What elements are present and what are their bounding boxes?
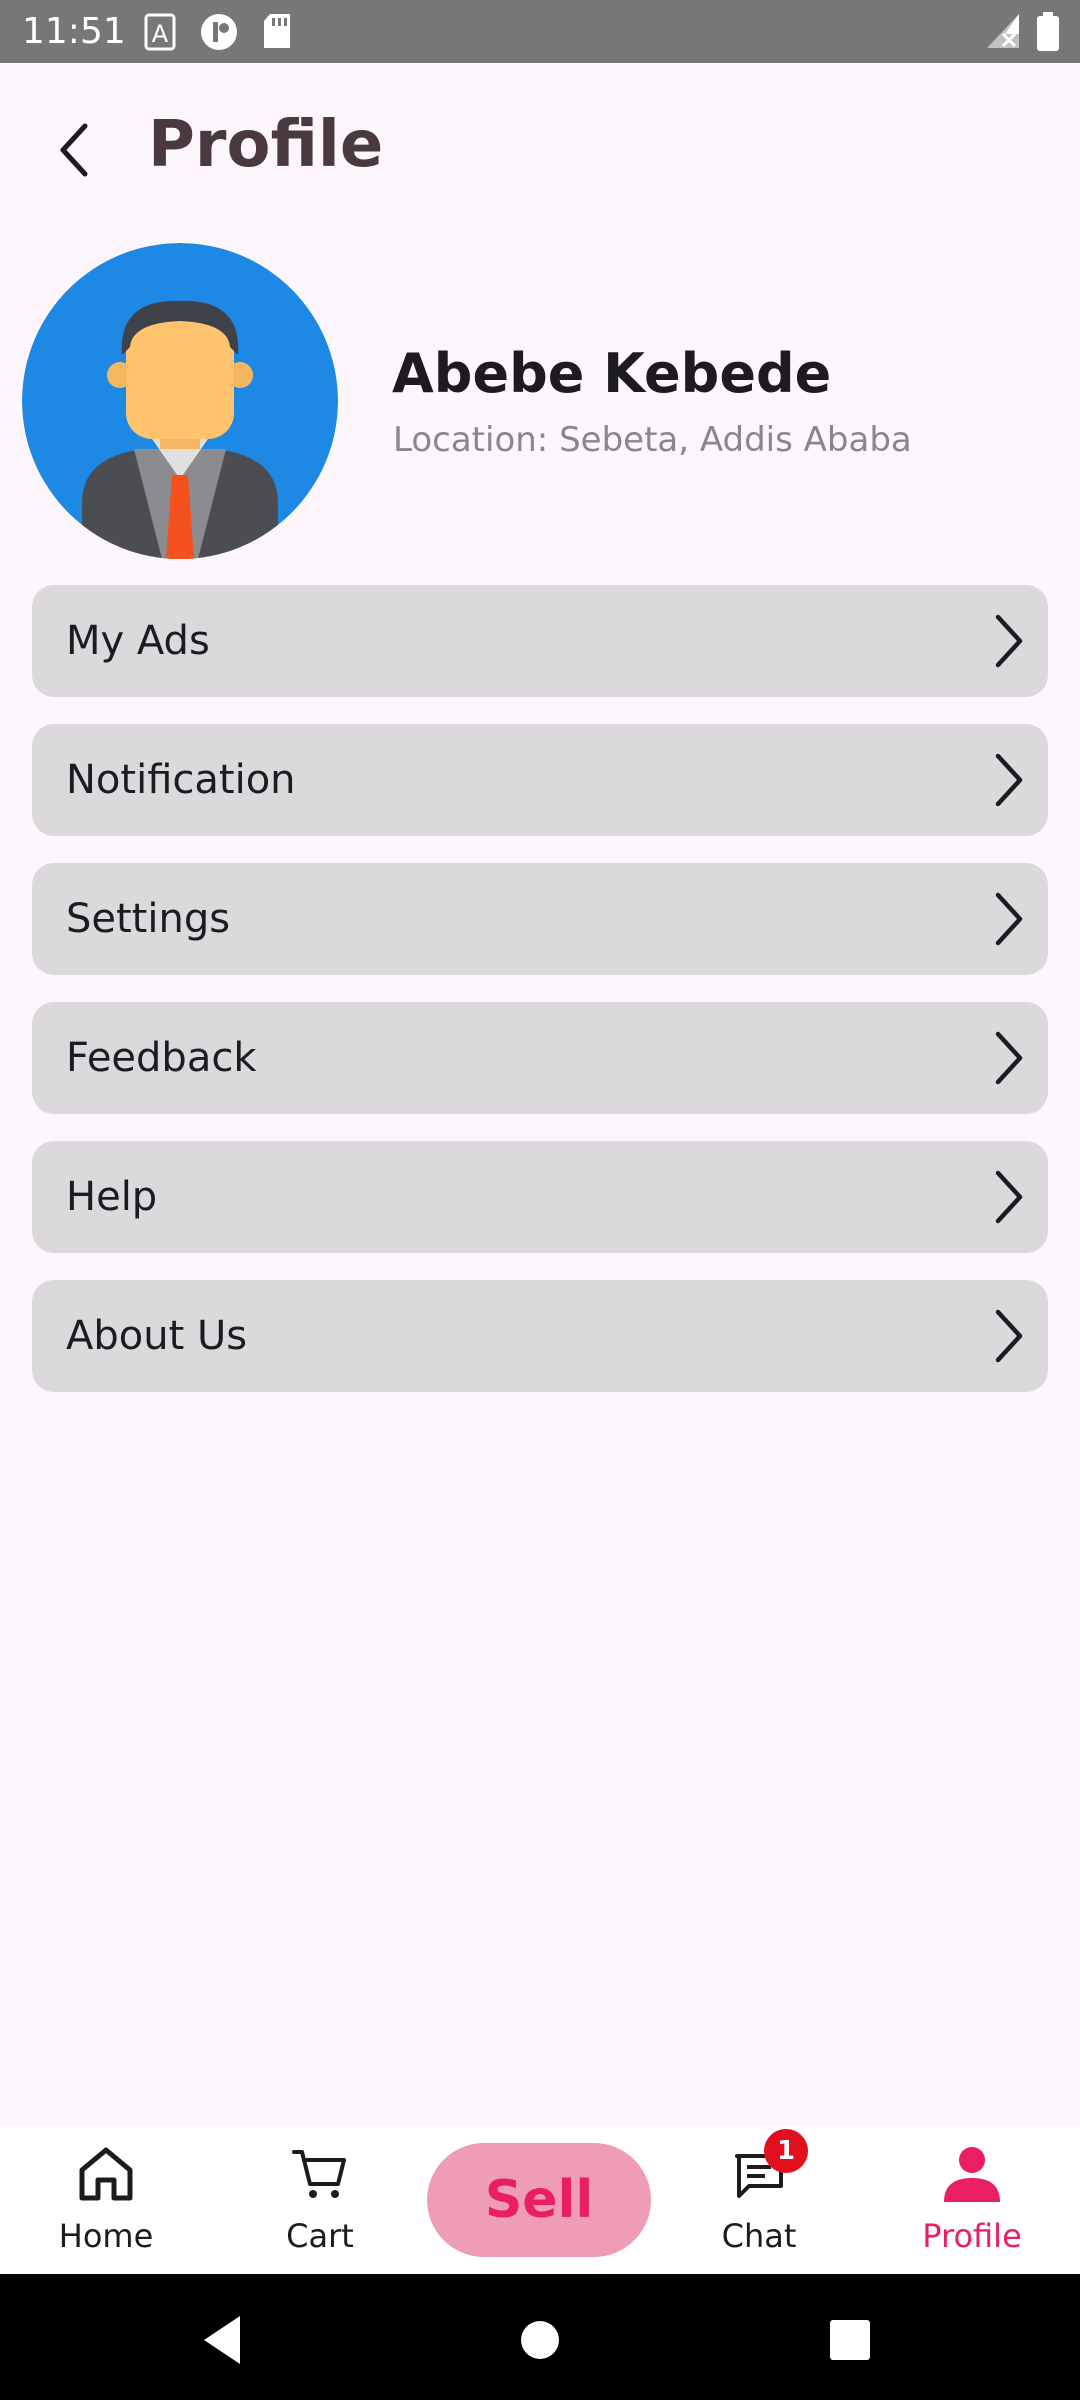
nav-cart[interactable]: Cart	[235, 2126, 405, 2274]
sd-card-icon	[264, 14, 290, 48]
menu-item-label: Feedback	[66, 1035, 257, 1081]
nav-profile-label: Profile	[922, 2217, 1022, 2255]
svg-text:A: A	[152, 20, 169, 48]
chevron-right-icon	[995, 1309, 1023, 1363]
menu-item-about-us[interactable]: About Us	[32, 1280, 1048, 1392]
nav-chat[interactable]: 1 Chat	[674, 2126, 844, 2274]
chevron-left-icon	[60, 123, 88, 177]
sell-button[interactable]: Sell	[427, 2143, 651, 2257]
menu-item-notification[interactable]: Notification	[32, 724, 1048, 836]
menu-item-settings[interactable]: Settings	[32, 863, 1048, 975]
chevron-right-icon	[995, 614, 1023, 668]
back-triangle-icon[interactable]	[196, 2310, 256, 2370]
bottom-nav: Home Cart Sell 1 Chat Profile	[0, 2126, 1080, 2274]
chevron-right-icon	[995, 1031, 1023, 1085]
profile-menu: My Ads Notification Settings Feedback He…	[32, 585, 1048, 1419]
page-title: Profile	[148, 108, 384, 182]
avatar	[22, 243, 338, 559]
profile-name: Abebe Kebede	[392, 342, 832, 405]
home-circle-icon[interactable]	[510, 2310, 570, 2370]
cart-icon	[292, 2150, 346, 2198]
menu-item-label: Notification	[66, 757, 296, 803]
circle-app-icon	[201, 14, 237, 50]
chevron-right-icon	[995, 1170, 1023, 1224]
person-icon	[944, 2147, 1000, 2202]
status-bar: 11:51 A	[0, 0, 1080, 63]
menu-item-label: About Us	[66, 1313, 248, 1359]
status-time: 11:51	[22, 11, 126, 52]
nav-chat-label: Chat	[721, 2217, 797, 2255]
chevron-right-icon	[995, 753, 1023, 807]
recents-square-icon[interactable]	[820, 2310, 880, 2370]
back-button[interactable]	[40, 110, 110, 190]
menu-item-help[interactable]: Help	[32, 1141, 1048, 1253]
chevron-right-icon	[995, 892, 1023, 946]
person-avatar-icon	[22, 243, 338, 559]
profile-location: Location: Sebeta, Addis Ababa	[393, 420, 912, 460]
menu-item-my-ads[interactable]: My Ads	[32, 585, 1048, 697]
menu-item-feedback[interactable]: Feedback	[32, 1002, 1048, 1114]
menu-item-label: My Ads	[66, 618, 210, 664]
nav-home-label: Home	[58, 2217, 154, 2255]
nav-cart-label: Cart	[286, 2217, 354, 2255]
signal-off-icon	[987, 14, 1019, 48]
menu-item-label: Settings	[66, 896, 231, 942]
system-nav-bar	[0, 2274, 1080, 2400]
nav-home[interactable]: Home	[21, 2126, 191, 2274]
chat-badge: 1	[764, 2129, 808, 2173]
battery-icon	[1037, 12, 1059, 51]
nav-profile[interactable]: Profile	[887, 2126, 1057, 2274]
menu-item-label: Help	[66, 1174, 158, 1220]
text-a-icon: A	[144, 13, 176, 51]
home-icon	[79, 2147, 133, 2201]
